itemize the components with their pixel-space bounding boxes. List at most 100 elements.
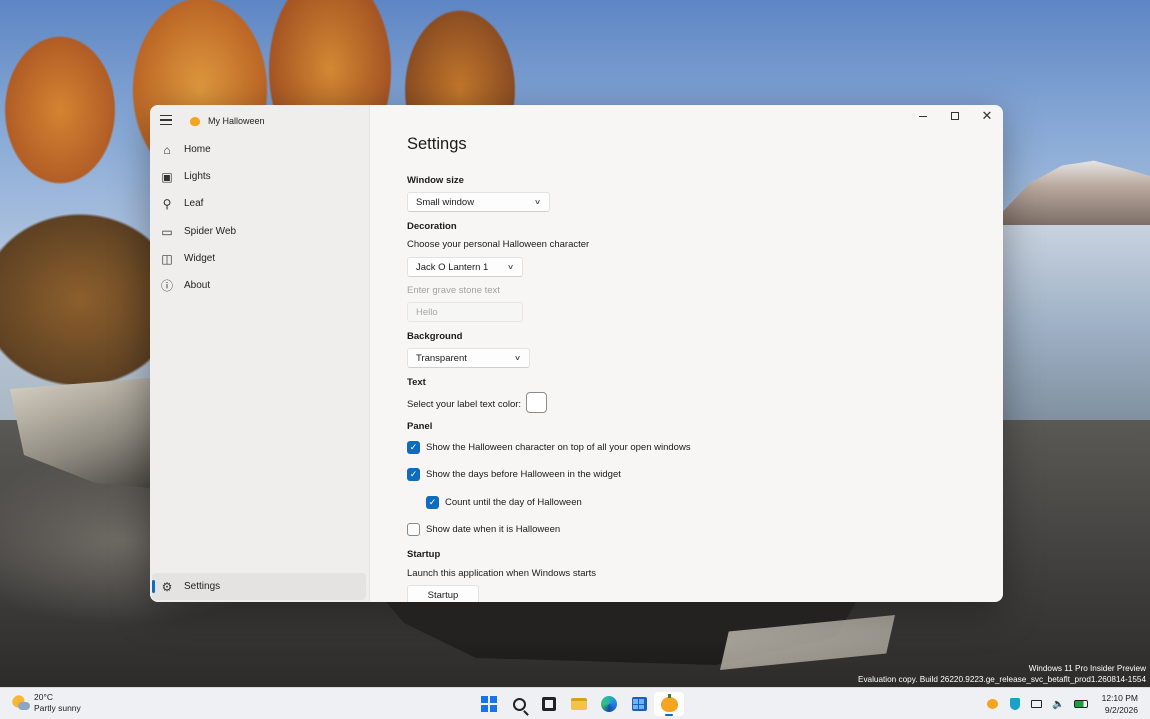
store-button[interactable] [624, 692, 654, 716]
folder-icon [571, 698, 587, 710]
maximize-button[interactable] [939, 105, 971, 127]
chevron-down-icon: ∨ [513, 355, 522, 362]
nav-item-settings[interactable]: ⚙ Settings [152, 573, 366, 600]
section-startup: Startup [407, 549, 441, 560]
nav-item-home[interactable]: ⌂ Home [152, 136, 366, 163]
character-dropdown[interactable]: Jack O Lantern 1 ∨ [407, 257, 523, 277]
navigation-pane: My Halloween ⌂ Home ▣ Lights ⚲ Leaf ▭ Sp… [150, 105, 370, 602]
home-icon: ⌂ [163, 142, 171, 157]
checkbox-label: Count until the day of Halloween [445, 497, 582, 508]
system-tray: 🔈 12:10 PM 9/2/2026 [982, 688, 1150, 719]
close-icon: ✕ [981, 108, 993, 123]
window-size-dropdown[interactable]: Small window ∨ [407, 192, 550, 212]
taskbar-apps [474, 692, 684, 716]
dropdown-value: Jack O Lantern 1 [416, 261, 489, 273]
pumpkin-icon [660, 693, 678, 712]
pumpkin-app-icon [190, 117, 200, 126]
weather-widget[interactable]: 20°C Partly sunny [12, 692, 81, 714]
task-view-button[interactable] [534, 692, 564, 716]
search-icon [512, 697, 526, 711]
app-title: My Halloween [208, 116, 265, 126]
dropdown-value: Small window [416, 196, 475, 208]
dropdown-value: Transparent [416, 352, 467, 364]
my-halloween-taskbar-button[interactable] [654, 692, 684, 716]
chevron-down-icon: ∨ [533, 199, 542, 206]
close-button[interactable]: ✕ [971, 105, 1003, 127]
start-button[interactable] [474, 692, 504, 716]
checkbox-on-top[interactable]: ✓ Show the Halloween character on top of… [407, 441, 691, 454]
input-value: Hello [416, 306, 438, 318]
spider-web-icon: ▭ [161, 224, 173, 239]
partly-sunny-icon [12, 695, 30, 711]
page-title: Settings [407, 135, 467, 153]
volume-icon: 🔈 [1052, 698, 1065, 710]
minimize-icon [919, 115, 927, 117]
battery-icon [1073, 700, 1088, 708]
checkbox-days-before[interactable]: ✓ Show the days before Halloween in the … [407, 468, 621, 481]
section-text: Text [407, 377, 426, 388]
text-color-picker[interactable] [526, 392, 547, 413]
minimize-button[interactable] [907, 105, 939, 127]
caption-buttons: ✕ [907, 105, 1003, 127]
checkbox-show-date[interactable]: Show date when it is Halloween [407, 523, 560, 536]
wallpaper-mountain [990, 160, 1150, 225]
file-explorer-button[interactable] [564, 692, 594, 716]
windows-logo-icon [481, 696, 497, 712]
leaf-icon: ⚲ [162, 196, 172, 211]
network-icon [1031, 700, 1043, 708]
tray-pumpkin-button[interactable] [985, 696, 1001, 712]
clock[interactable]: 12:10 PM 9/2/2026 [1102, 692, 1138, 716]
checkbox-unchecked-icon[interactable] [407, 523, 420, 536]
shield-icon [1009, 698, 1020, 710]
checkbox-checked-icon[interactable]: ✓ [426, 496, 439, 509]
evaluation-watermark: Windows 11 Pro Insider Preview Evaluatio… [858, 663, 1146, 685]
edge-browser-icon [601, 696, 617, 712]
watermark-line-2: Evaluation copy. Build 26220.9223.ge_rel… [858, 675, 1146, 684]
nav-item-lights[interactable]: ▣ Lights [152, 163, 366, 190]
checkbox-label: Show date when it is Halloween [426, 524, 561, 535]
edge-button[interactable] [594, 692, 624, 716]
nav-item-widget[interactable]: ◫ Widget [152, 245, 366, 272]
section-window-size: Window size [407, 175, 464, 186]
grave-text-input[interactable]: Hello [407, 302, 523, 322]
nav-item-label: Widget [184, 253, 216, 264]
tray-network-button[interactable] [1029, 696, 1045, 712]
checkbox-checked-icon[interactable]: ✓ [407, 468, 420, 481]
maximize-icon [951, 112, 959, 120]
section-decoration: Decoration [407, 221, 457, 232]
tray-battery-button[interactable] [1073, 696, 1089, 712]
nav-item-leaf[interactable]: ⚲ Leaf [152, 190, 366, 217]
store-icon [631, 697, 647, 711]
gear-icon: ⚙ [161, 579, 173, 594]
tray-volume-button[interactable]: 🔈 [1051, 696, 1067, 712]
text-color-label: Select your label text color: [407, 399, 522, 410]
startup-label: Launch this application when Windows sta… [407, 568, 597, 579]
app-window: My Halloween ⌂ Home ▣ Lights ⚲ Leaf ▭ Sp… [150, 105, 1003, 602]
checkbox-count-until[interactable]: ✓ Count until the day of Halloween [426, 496, 582, 509]
nav-item-spider-web[interactable]: ▭ Spider Web [152, 218, 366, 245]
lights-icon: ▣ [161, 169, 173, 184]
character-label: Choose your personal Halloween character [407, 239, 590, 250]
checkbox-label: Show the days before Halloween in the wi… [426, 469, 621, 480]
nav-item-about[interactable]: ⓘ About [152, 272, 366, 299]
checkbox-label: Show the Halloween character on top of a… [426, 442, 691, 453]
weather-text: 20°C Partly sunny [34, 692, 81, 714]
clock-date: 9/2/2026 [1104, 705, 1138, 715]
nav-item-label: Leaf [184, 198, 204, 209]
weather-desc: Partly sunny [34, 703, 81, 713]
section-panel: Panel [407, 421, 433, 432]
hamburger-menu-icon[interactable] [160, 115, 172, 125]
checkbox-checked-icon[interactable]: ✓ [407, 441, 420, 454]
selection-indicator [152, 580, 155, 593]
section-background: Background [407, 331, 463, 342]
tray-security-button[interactable] [1007, 696, 1023, 712]
grave-text-label: Enter grave stone text [407, 285, 500, 296]
search-button[interactable] [504, 692, 534, 716]
clock-time: 12:10 PM [1101, 693, 1138, 703]
background-dropdown[interactable]: Transparent ∨ [407, 348, 530, 368]
nav-item-label: Lights [184, 171, 211, 182]
startup-button[interactable]: Startup [407, 585, 479, 602]
nav-item-label: About [184, 280, 211, 291]
nav-item-label: Spider Web [184, 226, 237, 237]
chevron-down-icon: ∨ [506, 264, 515, 271]
